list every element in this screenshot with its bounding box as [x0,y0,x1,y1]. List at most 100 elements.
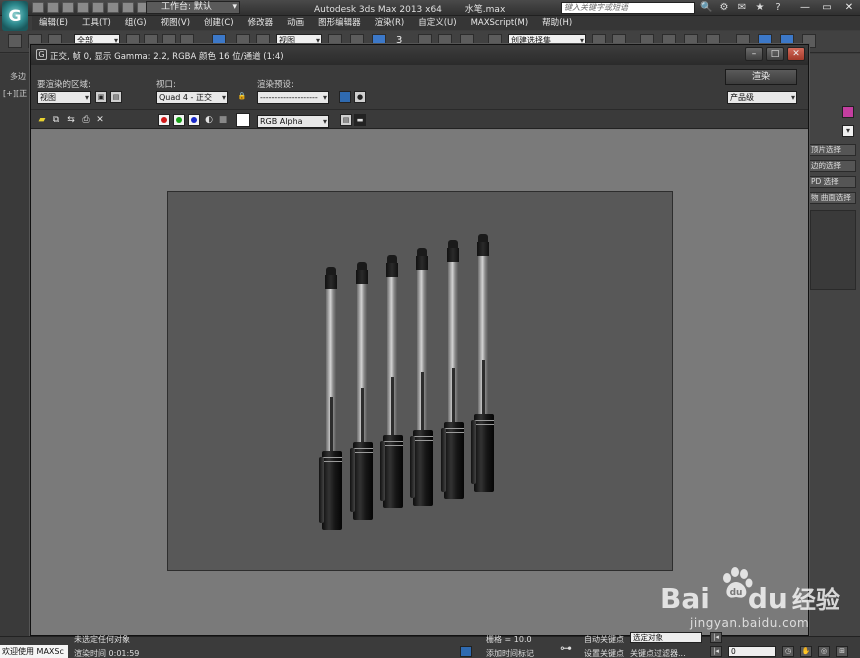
pen-cap [416,256,428,270]
render-controls: 要渲染的区域: 视图 ▣ ▤ 视口: Quad 4 - 正交 🔒 渲染预设: -… [31,65,808,129]
clear-image-icon[interactable]: ✕ [95,115,105,125]
render-close-button[interactable]: ✕ [787,47,805,61]
toggle-ui-overlay-icon[interactable]: ▤ [340,114,352,126]
maxscript-listener[interactable]: 欢迎使用 MAXSc [0,645,68,658]
close-button[interactable]: ✕ [838,0,860,15]
undo-icon[interactable] [77,2,89,13]
auto-region-icon[interactable]: ▤ [110,91,122,103]
render-setup-icon[interactable] [339,91,351,103]
redo-dropdown-icon[interactable] [122,2,134,13]
add-time-tag[interactable]: 添加时间标记 [486,648,534,658]
menu-animation[interactable]: 动画 [280,16,311,30]
edge-select-row[interactable]: 边的选择 [808,160,856,172]
viewport-dropdown[interactable]: Quad 4 - 正交 [156,91,228,104]
edit-region-icon[interactable]: ▣ [95,91,107,103]
time-tag-icon[interactable] [460,646,472,657]
save-image-icon[interactable]: ▰ [37,115,47,125]
minimize-button[interactable]: — [794,0,816,15]
blue-channel-toggle[interactable] [188,114,200,126]
print-image-icon[interactable]: ⎙ [81,115,91,125]
menu-help[interactable]: 帮助(H) [535,16,579,30]
key-mode-icon[interactable]: |◂ [710,646,722,657]
menu-graph-editors[interactable]: 图形编辑器 [311,16,368,30]
render-preset-label: 渲染预设: [257,80,294,90]
clone-frame-icon[interactable]: ⇆ [66,115,76,125]
maximize-viewport-icon[interactable]: ⊞ [836,646,848,657]
binoculars-icon[interactable]: 🔍 [700,2,712,14]
pen-cap [447,248,459,262]
render-button[interactable]: 渲染 [725,69,797,85]
pan-view-icon[interactable]: ✋ [800,646,812,657]
pen-refill [361,388,364,444]
menu-maxscript[interactable]: MAXScript(M) [464,16,536,30]
open-file-icon[interactable] [47,2,59,13]
time-config-icon[interactable]: ◷ [782,646,794,657]
menu-customize[interactable]: 自定义(U) [411,16,463,30]
goto-start-icon[interactable]: |◂ [710,632,722,643]
menu-tools[interactable]: 工具(T) [75,16,118,30]
alpha-channel-icon[interactable]: ◐ [204,115,214,125]
toggle-ui-icon[interactable]: ▬ [354,114,366,126]
help-icon[interactable]: ? [772,2,784,14]
environment-icon[interactable]: ● [354,91,366,103]
menu-views[interactable]: 视图(V) [154,16,197,30]
pen-refill [421,372,424,432]
patch-select-row[interactable]: 顶片选择 [808,144,856,156]
help-search-input[interactable]: 键入关键字或短语 [561,2,695,14]
key-mode-dropdown[interactable]: 选定对象 [630,632,702,643]
area-to-render-dropdown[interactable]: 视图 [37,91,91,104]
orbit-icon[interactable]: ◎ [818,646,830,657]
lock-viewport-icon[interactable]: 🔒 [236,91,248,103]
monochrome-icon[interactable]: ■ [218,115,228,125]
pen-clip [410,436,415,498]
key-icon[interactable]: ⊶ [560,641,572,655]
workspace-dropdown[interactable]: 工作台: 默认 [146,1,240,14]
menu-modifiers[interactable]: 修改器 [241,16,281,30]
menu-create[interactable]: 创建(C) [197,16,241,30]
surface-select-row[interactable]: 物 曲面选择 [808,192,856,204]
area-to-render-label: 要渲染的区域: [37,80,91,90]
viewport-label[interactable]: [+][正 [3,88,27,99]
object-color-swatch[interactable] [842,106,854,118]
save-file-icon[interactable] [62,2,74,13]
red-channel-icon [161,117,167,123]
render-minimize-button[interactable]: – [745,47,763,61]
subscription-icon[interactable]: ⚙ [718,2,730,14]
render-window-icon: G [36,49,47,60]
current-frame-field[interactable]: 0 [728,646,776,657]
render-quality-dropdown[interactable]: 产品级 [727,91,797,104]
fpd-select-row[interactable]: PD 选择 [808,176,856,188]
green-channel-toggle[interactable] [173,114,185,126]
pen-render [410,248,433,506]
render-preset-dropdown[interactable]: -------------------- [257,91,329,104]
background-color-swatch[interactable] [236,113,250,127]
modifier-stack[interactable] [810,210,856,290]
redo-icon[interactable] [107,2,119,13]
maximize-button[interactable]: ▭ [816,0,838,15]
modifier-list-dropdown[interactable]: ▾ [842,125,854,137]
menu-group[interactable]: 组(G) [118,16,154,30]
favorites-icon[interactable]: ★ [754,2,766,14]
communication-icon[interactable]: ✉ [736,2,748,14]
render-window-controls: – □ ✕ [745,47,805,61]
copy-image-icon[interactable]: ⧉ [51,115,61,125]
undo-dropdown-icon[interactable] [92,2,104,13]
menu-edit[interactable]: 编辑(E) [32,16,75,30]
set-key-button[interactable]: 设置关键点 [584,648,624,658]
rendered-image [167,191,673,571]
display-channel-dropdown[interactable]: RGB Alpha [257,115,329,128]
ribbon-tab-polygon[interactable]: 多边 [10,71,26,82]
new-file-icon[interactable] [32,2,44,13]
render-maximize-button[interactable]: □ [766,47,784,61]
pen-render [350,262,373,520]
link-icon[interactable] [8,34,22,48]
pen-ring [444,432,464,433]
green-channel-icon [176,117,182,123]
key-filters-button[interactable]: 关键点过滤器... [630,648,686,658]
menu-rendering[interactable]: 渲染(R) [368,16,412,30]
auto-key-button[interactable]: 自动关键点 [584,634,624,645]
pen-clip [441,428,446,492]
app-logo-icon[interactable]: G [2,1,28,31]
red-channel-toggle[interactable] [158,114,170,126]
render-window-titlebar[interactable]: G 正交, 帧 0, 显示 Gamma: 2.2, RGBA 颜色 16 位/通… [31,45,808,65]
